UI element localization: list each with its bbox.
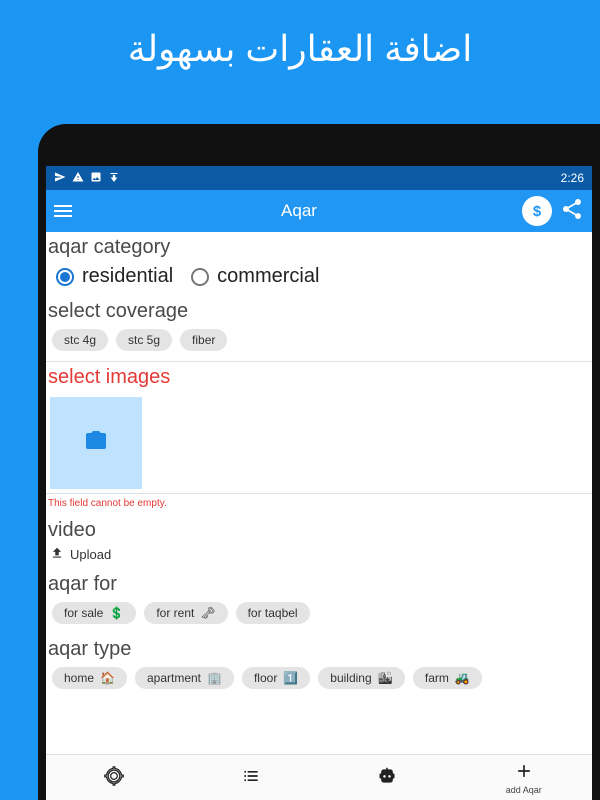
share-button[interactable] xyxy=(560,197,584,226)
nav-robot[interactable] xyxy=(319,755,456,800)
money-icon: 💲 xyxy=(109,606,124,620)
menu-icon[interactable] xyxy=(54,200,76,222)
nav-add-aqar[interactable]: add Aqar xyxy=(456,755,593,800)
chip-for-rent[interactable]: for rent 🗝 xyxy=(144,602,227,624)
plus-icon xyxy=(514,761,534,784)
chip-label: apartment xyxy=(147,671,201,685)
home-icon: 🏠 xyxy=(100,671,115,685)
chip-home[interactable]: home 🏠 xyxy=(52,667,127,689)
chip-farm[interactable]: farm 🚜 xyxy=(413,667,482,689)
svg-text:$: $ xyxy=(533,203,542,220)
screen: 2:26 Aqar $ aqar category residential xyxy=(46,166,592,800)
radio-icon xyxy=(191,268,209,286)
apartment-icon: 🏢 xyxy=(207,671,222,685)
coverage-label: select coverage xyxy=(46,296,592,325)
camera-icon xyxy=(84,429,108,458)
nav-label: add Aqar xyxy=(506,785,542,795)
send-icon xyxy=(54,171,66,186)
status-time: 2:26 xyxy=(561,171,584,185)
nav-list[interactable] xyxy=(183,755,320,800)
form-content: aqar category residential commercial sel… xyxy=(46,232,592,754)
aqar-for-label: aqar for xyxy=(46,569,592,598)
chip-for-sale[interactable]: for sale 💲 xyxy=(52,602,136,624)
aqar-type-label: aqar type xyxy=(46,634,592,663)
building-icon: 🏙 xyxy=(378,671,393,685)
aqar-type-chips: home 🏠 apartment 🏢 floor 1️⃣ building 🏙 … xyxy=(46,663,592,699)
floor-icon: 1️⃣ xyxy=(283,671,298,685)
video-label: video xyxy=(46,515,592,544)
chip-for-taqbel[interactable]: for taqbel xyxy=(236,602,310,624)
app-title: Aqar xyxy=(84,201,514,221)
chip-stc4g[interactable]: stc 4g xyxy=(52,329,108,351)
currency-button[interactable]: $ xyxy=(522,196,552,226)
app-bar: Aqar $ xyxy=(46,190,592,232)
category-label: aqar category xyxy=(46,232,592,261)
chip-building[interactable]: building 🏙 xyxy=(318,667,405,689)
chip-label: farm xyxy=(425,671,449,685)
chip-label: for sale xyxy=(64,606,103,620)
farm-icon: 🚜 xyxy=(455,671,470,685)
robot-icon xyxy=(377,766,397,789)
radio-commercial[interactable]: commercial xyxy=(191,265,319,288)
chip-floor[interactable]: floor 1️⃣ xyxy=(242,667,310,689)
bottom-nav: add Aqar xyxy=(46,754,592,800)
promo-title: اضافة العقارات بسهولة xyxy=(0,0,600,90)
video-upload[interactable]: Upload xyxy=(46,544,592,569)
category-radio-group: residential commercial xyxy=(46,261,592,296)
coverage-chips: stc 4g stc 5g fiber xyxy=(46,325,592,361)
warning-icon xyxy=(72,171,84,186)
chip-apartment[interactable]: apartment 🏢 xyxy=(135,667,234,689)
radio-label: commercial xyxy=(217,265,319,288)
radio-icon xyxy=(56,268,74,286)
nav-locate[interactable] xyxy=(46,755,183,800)
list-icon xyxy=(241,766,261,789)
radio-label: residential xyxy=(82,265,173,288)
upload-icon xyxy=(50,546,64,563)
image-picker[interactable] xyxy=(50,397,142,489)
chip-fiber[interactable]: fiber xyxy=(180,329,227,351)
chip-label: home xyxy=(64,671,94,685)
locate-icon xyxy=(104,766,124,789)
chip-label: floor xyxy=(254,671,277,685)
radio-residential[interactable]: residential xyxy=(56,265,173,288)
chip-stc5g[interactable]: stc 5g xyxy=(116,329,172,351)
download-icon xyxy=(108,171,120,186)
chip-label: building xyxy=(330,671,371,685)
status-bar: 2:26 xyxy=(46,166,592,190)
image-icon xyxy=(90,171,102,186)
images-label: select images xyxy=(46,362,592,391)
chip-label: for taqbel xyxy=(248,606,298,620)
upload-label: Upload xyxy=(70,547,111,562)
images-error: This field cannot be empty. xyxy=(46,494,592,515)
key-icon: 🗝 xyxy=(200,606,215,620)
device-frame: 2:26 Aqar $ aqar category residential xyxy=(38,124,600,800)
aqar-for-chips: for sale 💲 for rent 🗝 for taqbel xyxy=(46,598,592,634)
chip-label: for rent xyxy=(156,606,194,620)
